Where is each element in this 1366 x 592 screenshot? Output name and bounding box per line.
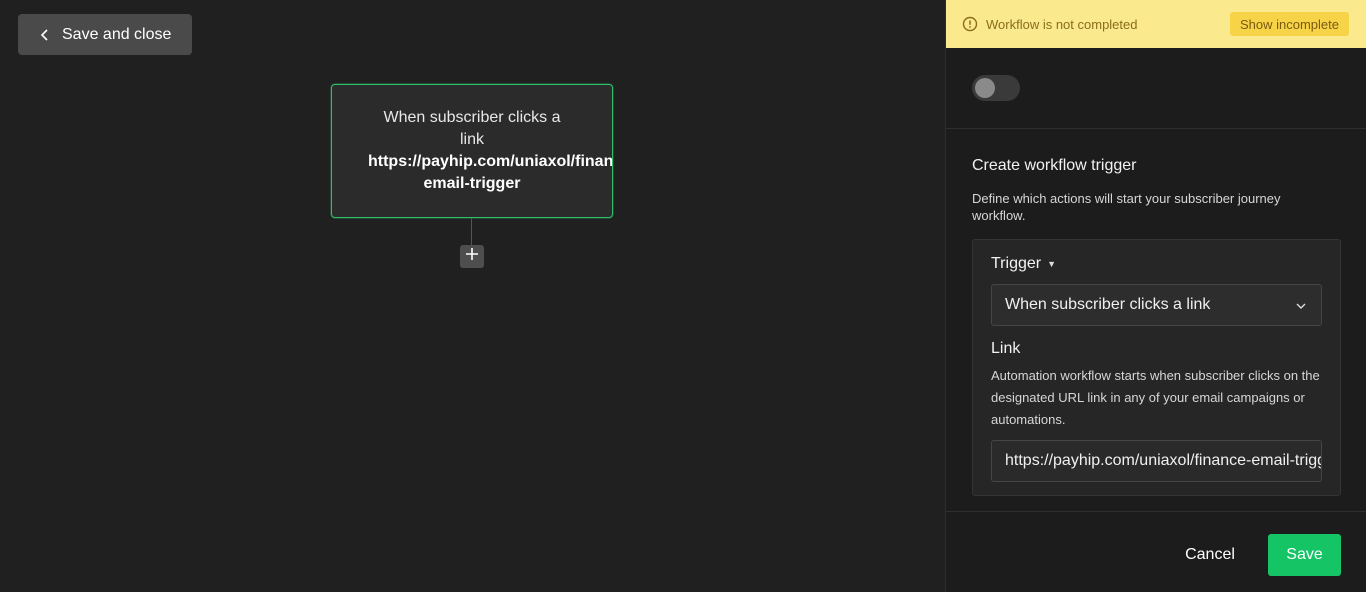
workflow-toggle[interactable] xyxy=(972,75,1020,101)
trigger-node[interactable]: When subscriber clicks a link https://pa… xyxy=(331,84,613,218)
save-and-close-button[interactable]: Save and close xyxy=(18,14,192,55)
link-url-input[interactable] xyxy=(991,440,1322,482)
alert-circle-icon xyxy=(962,16,978,32)
warning-text: Workflow is not completed xyxy=(986,16,1138,32)
divider xyxy=(946,511,1366,512)
section-title: Create workflow trigger xyxy=(972,157,1137,174)
link-description: Automation workflow starts when subscrib… xyxy=(991,368,1320,427)
trigger-node-title: When subscriber clicks a link xyxy=(383,109,561,148)
show-incomplete-button[interactable]: Show incomplete xyxy=(1230,12,1349,36)
settings-panel: Workflow is not completed Show incomplet… xyxy=(945,0,1366,592)
save-and-close-label: Save and close xyxy=(62,25,172,43)
node-connector xyxy=(471,218,472,245)
cancel-button[interactable]: Cancel xyxy=(1176,534,1244,576)
chevron-down-icon xyxy=(1295,299,1307,317)
warning-banner: Workflow is not completed Show incomplet… xyxy=(946,0,1366,48)
trigger-select[interactable]: When subscriber clicks a link xyxy=(991,284,1322,326)
trigger-card: Trigger ▼ When subscriber clicks a link … xyxy=(972,239,1341,496)
caret-down-icon: ▼ xyxy=(1047,259,1057,269)
trigger-label-text: Trigger xyxy=(991,255,1042,272)
trigger-select-value: When subscriber clicks a link xyxy=(1005,296,1211,313)
trigger-node-url: https://payhip.com/uniaxol/finance- xyxy=(368,153,613,170)
trigger-node-url-tail: email-trigger xyxy=(423,175,521,192)
trigger-label[interactable]: Trigger ▼ xyxy=(991,255,1056,273)
toggle-knob xyxy=(975,78,995,98)
divider xyxy=(946,128,1366,129)
link-label: Link xyxy=(991,340,1021,357)
workflow-canvas: Save and close When subscriber clicks a … xyxy=(0,0,945,592)
plus-icon xyxy=(465,247,479,266)
save-button[interactable]: Save xyxy=(1268,534,1341,576)
add-step-button[interactable] xyxy=(460,245,484,268)
section-description: Define which actions will start your sub… xyxy=(972,191,1281,223)
chevron-left-icon xyxy=(40,28,50,42)
